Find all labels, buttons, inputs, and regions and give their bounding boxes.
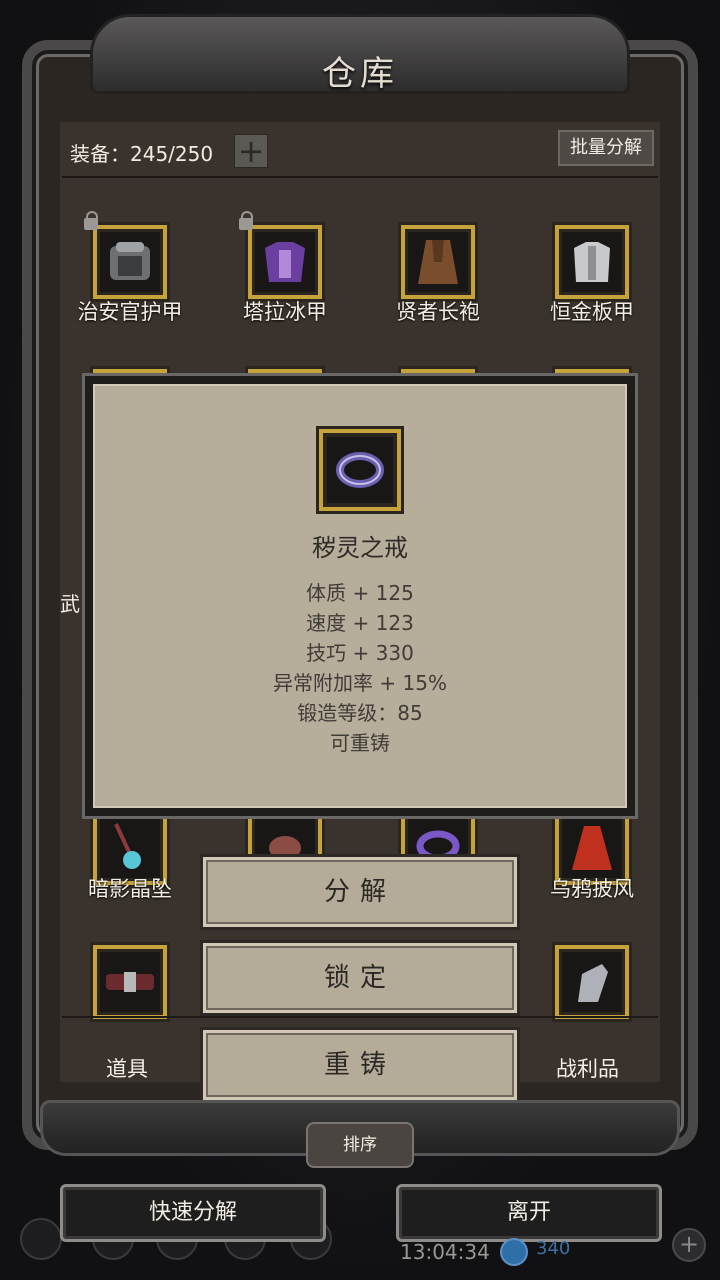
leave-button[interactable]: 离开	[396, 1184, 662, 1242]
silver-plate-icon	[562, 232, 622, 292]
gem-count: 340	[536, 1238, 571, 1259]
pendant-icon	[100, 818, 160, 878]
belt-icon	[100, 952, 160, 1012]
partial-item-label: 武	[60, 592, 80, 616]
gauntlet-icon	[562, 952, 622, 1012]
item-label: 乌鸦披风	[550, 877, 634, 901]
item-label: 贤者长袍	[396, 300, 480, 324]
decompose-button[interactable]: 分解	[200, 854, 520, 930]
lock-icon	[84, 211, 98, 230]
tab-items[interactable]: 道具	[106, 1053, 148, 1083]
inventory-slot[interactable]	[552, 942, 632, 1022]
stat-line: 速度 + 123	[306, 611, 414, 635]
reforge-button[interactable]: 重铸	[200, 1027, 520, 1103]
inventory-slot[interactable]	[84, 211, 170, 302]
equipment-count: 装备：245/250	[70, 142, 214, 166]
item-label: 恒金板甲	[550, 300, 634, 324]
black-armor-icon	[100, 232, 160, 292]
brown-robe-icon	[408, 232, 468, 292]
tooltip-stats: 体质 + 125 速度 + 123 技巧 + 330 异常附加率 + 15% 锻…	[82, 578, 638, 758]
window-title: 仓库	[322, 54, 398, 94]
inventory-slot[interactable]	[398, 222, 478, 302]
purple-ring-icon	[327, 437, 393, 503]
add-icon[interactable]: +	[672, 1228, 706, 1262]
menu-icon[interactable]	[20, 1218, 62, 1260]
tooltip-item-name: 秽灵之戒	[312, 534, 408, 562]
sort-button[interactable]: 排序	[306, 1122, 414, 1168]
tab-divider	[62, 1016, 658, 1018]
item-label: 暗影晶坠	[88, 877, 172, 901]
tooltip-item-slot	[316, 426, 404, 514]
purple-armor-icon	[255, 232, 315, 292]
inventory-slot[interactable]	[239, 211, 325, 302]
stat-line: 技巧 + 330	[306, 641, 414, 665]
red-cloak-icon	[562, 818, 622, 878]
inventory-slot[interactable]	[90, 942, 170, 1022]
stat-line: 可重铸	[330, 731, 390, 755]
tab-loot[interactable]: 战利品	[556, 1053, 619, 1083]
item-label: 塔拉冰甲	[243, 300, 327, 324]
gem-icon	[500, 1238, 528, 1266]
expand-capacity-button[interactable]: +	[234, 134, 268, 168]
quick-decompose-button[interactable]: 快速分解	[60, 1184, 326, 1242]
stat-line: 锻造等级：85	[297, 701, 423, 725]
stat-line: 体质 + 125	[306, 581, 414, 605]
inventory-slot[interactable]	[552, 222, 632, 302]
lock-button[interactable]: 锁定	[200, 940, 520, 1016]
batch-decompose-button[interactable]: 批量分解	[558, 130, 654, 166]
clock: 13:04:34	[400, 1240, 490, 1264]
stat-line: 异常附加率 + 15%	[273, 671, 447, 695]
item-label: 治安官护甲	[77, 300, 183, 324]
lock-icon	[239, 211, 253, 230]
header-divider	[62, 176, 658, 178]
